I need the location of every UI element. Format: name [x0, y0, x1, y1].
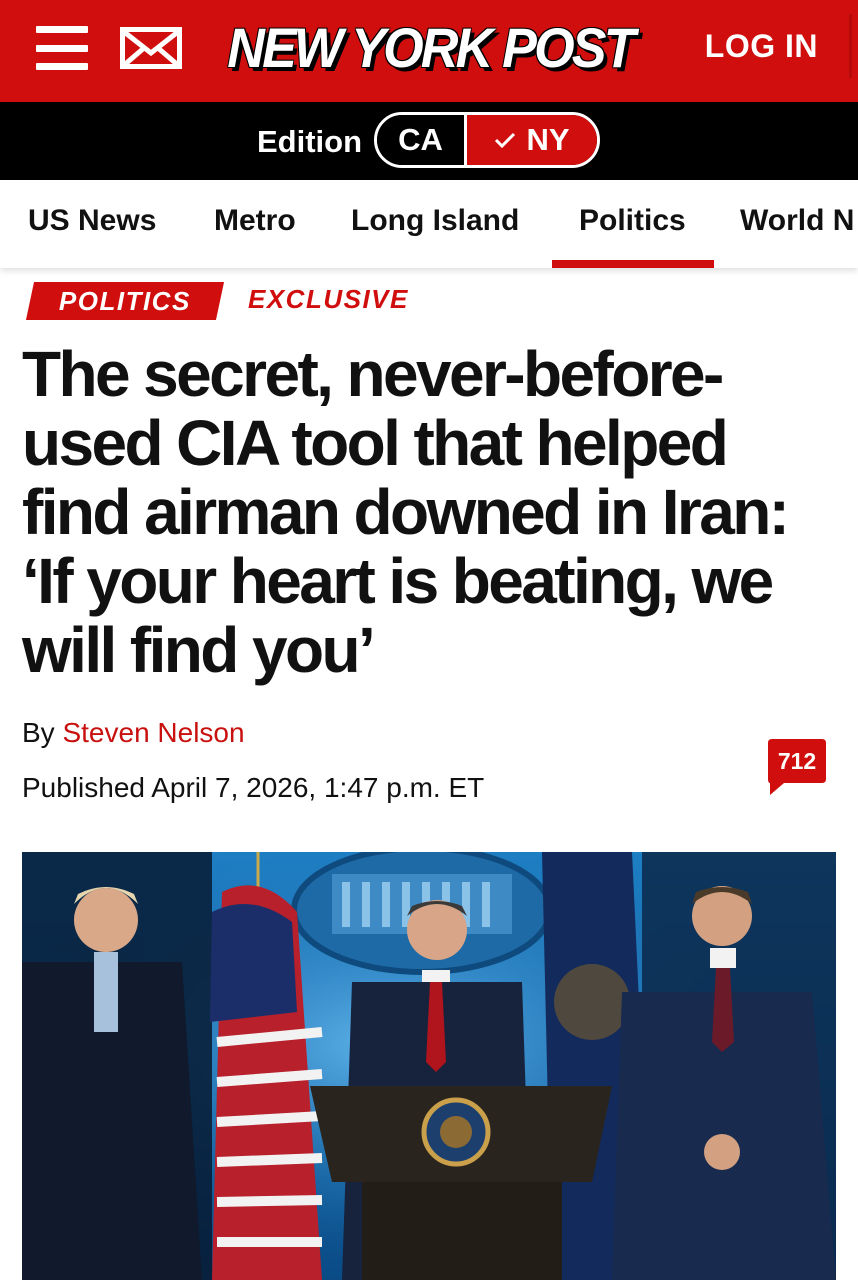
menu-icon[interactable] — [36, 26, 88, 70]
edition-label: Edition — [257, 124, 363, 159]
edition-ca-button[interactable]: CA — [377, 115, 467, 165]
comments-button[interactable]: 712 — [768, 739, 826, 795]
nav-item-politics[interactable]: Politics — [579, 204, 686, 238]
nav-item-metro[interactable]: Metro — [214, 204, 296, 238]
headline-line: The secret, never-before- — [22, 338, 724, 410]
nav-item-world-news[interactable]: World N — [740, 204, 854, 238]
author-link[interactable]: Steven Nelson — [62, 717, 244, 748]
nav-item-long-island[interactable]: Long Island — [351, 204, 519, 238]
headline-line: ‘If your heart is beating, we — [22, 545, 774, 617]
check-icon — [495, 132, 516, 149]
edition-ny-button[interactable]: NY — [467, 115, 597, 165]
article-hero-image[interactable] — [22, 852, 836, 1280]
edition-ny-label: NY — [526, 122, 570, 157]
byline-prefix: By — [22, 717, 55, 748]
headline-line: find airman downed in Iran: — [22, 476, 790, 548]
nav-active-indicator — [552, 260, 714, 268]
tag-exclusive: EXCLUSIVE — [248, 284, 409, 314]
byline: By Steven Nelson — [22, 717, 245, 749]
brand-logo[interactable]: NEW YORK POST — [210, 12, 650, 82]
tag-politics[interactable]: POLITICS — [25, 282, 225, 320]
nav-item-us-news[interactable]: US News — [28, 204, 156, 238]
headline-line: used CIA tool that helped — [22, 407, 729, 479]
article-headline: The secret, never-before- used CIA tool … — [22, 340, 842, 685]
section-nav: US News Metro Long Island Politics World… — [0, 180, 858, 268]
published-date: Published April 7, 2026, 1:47 p.m. ET — [22, 772, 485, 803]
login-button[interactable]: LOG IN — [705, 28, 818, 65]
headline-line: will find you’ — [22, 614, 376, 686]
comment-count: 712 — [777, 748, 817, 774]
mail-icon[interactable] — [120, 27, 182, 69]
top-header: NEW YORK POST LOG IN — [0, 0, 858, 102]
scroll-edge — [849, 14, 852, 78]
edition-toggle[interactable]: CA NY — [374, 112, 600, 168]
briefing-room-photo — [22, 852, 836, 1280]
